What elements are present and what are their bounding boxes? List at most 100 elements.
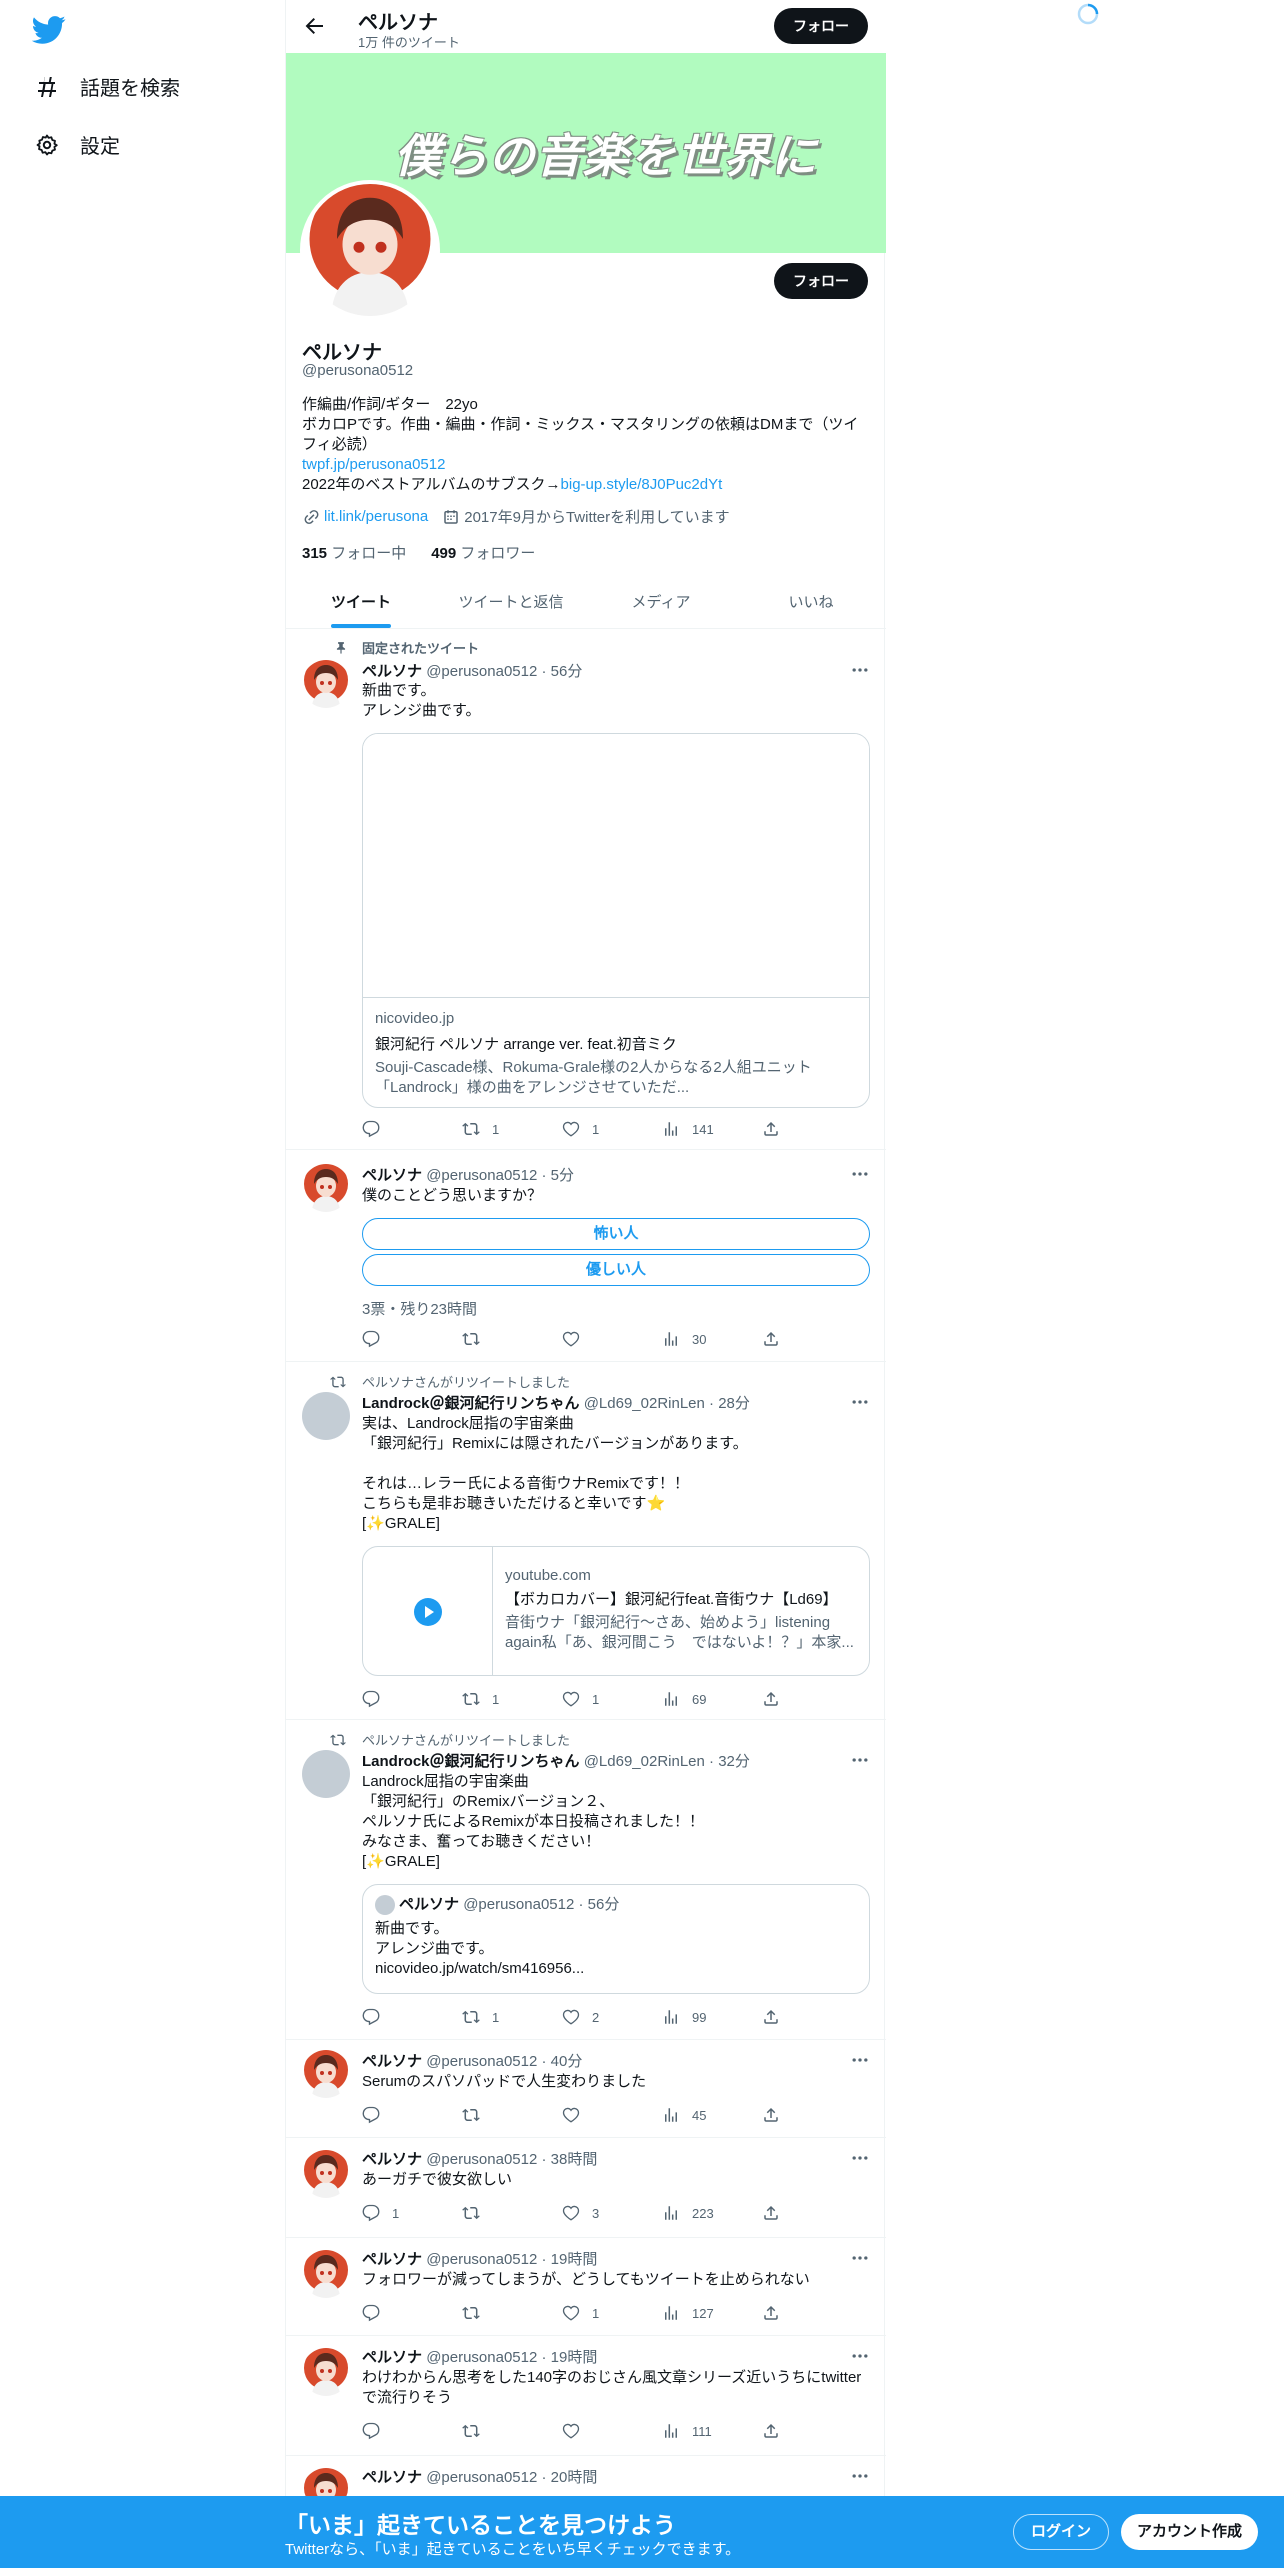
author-name[interactable]: ペルソナ bbox=[362, 2469, 422, 2486]
share-button[interactable] bbox=[762, 2008, 802, 2026]
retweet-button[interactable]: 1 bbox=[462, 1120, 562, 1138]
more-icon[interactable] bbox=[850, 2466, 870, 2486]
quote-tweet[interactable]: ペルソナ @perusona0512 · 56分 新曲です。 アレンジ曲です。 … bbox=[362, 1884, 870, 1994]
signup-button[interactable]: アカウント作成 bbox=[1121, 2514, 1258, 2550]
tweet[interactable]: ペルソナ @perusona0512 · 19時間 フォロワーが減ってしまうが、… bbox=[286, 2238, 886, 2336]
avatar[interactable] bbox=[302, 2050, 350, 2098]
author-name[interactable]: ペルソナ bbox=[362, 2151, 422, 2168]
share-button[interactable] bbox=[762, 1690, 802, 1708]
like-button[interactable] bbox=[562, 1330, 662, 1348]
back-arrow-icon[interactable] bbox=[302, 14, 326, 38]
author-name[interactable]: Landrock＠銀河紀行リンちゃん bbox=[362, 1395, 580, 1412]
share-button[interactable] bbox=[762, 2204, 802, 2222]
views-button[interactable]: 223 bbox=[662, 2204, 762, 2222]
social-context-text[interactable]: ペルソナさんがリツイートしました bbox=[362, 1730, 570, 1749]
bio-link[interactable]: twpf.jp/perusona0512 bbox=[302, 455, 872, 475]
author-name[interactable]: ペルソナ bbox=[362, 2053, 422, 2070]
share-button[interactable] bbox=[762, 2304, 802, 2322]
tweet[interactable]: ペルソナ @perusona0512 · 40分 Serumのスパソパッドで人生… bbox=[286, 2040, 886, 2138]
more-icon[interactable] bbox=[850, 2148, 870, 2168]
like-button[interactable]: 2 bbox=[562, 2008, 662, 2026]
share-button[interactable] bbox=[762, 2422, 802, 2440]
tab-likes[interactable]: いいね bbox=[736, 576, 886, 628]
author-name[interactable]: ペルソナ bbox=[362, 2349, 422, 2366]
reply-button[interactable]: 1 bbox=[362, 2204, 462, 2222]
website-link[interactable]: lit.link/perusona bbox=[324, 508, 428, 525]
link-card[interactable]: nicovideo.jp 銀河紀行 ペルソナ arrange ver. feat… bbox=[362, 733, 870, 1108]
tweet[interactable]: ペルソナ @perusona0512 · 19時間 わけわからん思考をした140… bbox=[286, 2336, 886, 2456]
tweet[interactable]: ペルソナ @perusona0512 · 5分 僕のことどう思いますか？ 怖い人… bbox=[286, 1150, 886, 1362]
views-button[interactable]: 45 bbox=[662, 2106, 762, 2124]
sidebar-item-settings[interactable]: 設定 bbox=[34, 130, 120, 159]
sidebar-item-explore[interactable]: 話題を検索 bbox=[34, 72, 180, 101]
retweet-button[interactable] bbox=[462, 2422, 562, 2440]
like-button[interactable] bbox=[562, 2422, 662, 2440]
share-button[interactable] bbox=[762, 1330, 802, 1348]
retweet-button[interactable]: 1 bbox=[462, 2008, 562, 2026]
share-button[interactable] bbox=[762, 1120, 802, 1138]
website[interactable]: lit.link/perusona bbox=[302, 508, 428, 526]
views-button[interactable]: 111 bbox=[662, 2422, 762, 2440]
more-icon[interactable] bbox=[850, 2050, 870, 2070]
more-icon[interactable] bbox=[850, 2248, 870, 2268]
avatar[interactable] bbox=[302, 2348, 350, 2396]
share-button[interactable] bbox=[762, 2106, 802, 2124]
reply-button[interactable] bbox=[362, 1330, 462, 1348]
poll-option[interactable]: 優しい人 bbox=[362, 1254, 870, 1286]
retweet-button[interactable]: 1 bbox=[462, 1690, 562, 1708]
author-name[interactable]: ペルソナ bbox=[362, 663, 422, 680]
avatar[interactable] bbox=[302, 2250, 350, 2298]
followers-link[interactable]: 499 フォロワー bbox=[431, 545, 535, 562]
reply-button[interactable] bbox=[362, 1120, 462, 1138]
tweet[interactable]: 固定されたツイート ペルソナ @perusona0512 · 56分 新曲です。… bbox=[286, 630, 886, 1150]
more-icon[interactable] bbox=[850, 1750, 870, 1770]
avatar[interactable] bbox=[302, 1750, 350, 1798]
views-button[interactable]: 141 bbox=[662, 1120, 762, 1138]
bio-link[interactable]: big-up.style/8J0Puc2dYt bbox=[561, 476, 723, 493]
more-icon[interactable] bbox=[850, 1164, 870, 1184]
tweet[interactable]: ペルソナさんがリツイートしました Landrock＠銀河紀行リンちゃん @Ld6… bbox=[286, 1720, 886, 2040]
like-button[interactable]: 1 bbox=[562, 2304, 662, 2322]
like-button[interactable]: 1 bbox=[562, 1690, 662, 1708]
avatar[interactable] bbox=[302, 660, 350, 708]
more-icon[interactable] bbox=[850, 660, 870, 680]
tab-media[interactable]: メディア bbox=[586, 576, 736, 628]
reply-button[interactable] bbox=[362, 2106, 462, 2124]
author-name[interactable]: ペルソナ bbox=[362, 1167, 422, 1184]
like-button[interactable]: 1 bbox=[562, 1120, 662, 1138]
avatar[interactable] bbox=[302, 1392, 350, 1440]
following-link[interactable]: 315 フォロー中 bbox=[302, 545, 406, 562]
profile-avatar[interactable] bbox=[300, 180, 440, 320]
header-follow-button[interactable]: フォロー bbox=[774, 8, 868, 44]
reply-button[interactable] bbox=[362, 2304, 462, 2322]
author-name[interactable]: Landrock＠銀河紀行リンちゃん bbox=[362, 1753, 580, 1770]
views-button[interactable]: 127 bbox=[662, 2304, 762, 2322]
retweet-button[interactable] bbox=[462, 2106, 562, 2124]
reply-button[interactable] bbox=[362, 2008, 462, 2026]
login-button[interactable]: ログイン bbox=[1013, 2514, 1109, 2550]
tweet[interactable]: ペルソナ @perusona0512 · 38時間 あーガチで彼女欲しい 1 3… bbox=[286, 2138, 886, 2238]
link-card[interactable]: youtube.com 【ボカロカバー】銀河紀行feat.音街ウナ【Ld69】 … bbox=[362, 1546, 870, 1676]
avatar[interactable] bbox=[302, 2150, 350, 2198]
like-button[interactable] bbox=[562, 2106, 662, 2124]
reply-button[interactable] bbox=[362, 1690, 462, 1708]
views-button[interactable]: 69 bbox=[662, 1690, 762, 1708]
avatar[interactable] bbox=[302, 1164, 350, 1212]
twitter-logo-icon[interactable] bbox=[31, 12, 66, 46]
retweet-button[interactable] bbox=[462, 2304, 562, 2322]
author-name[interactable]: ペルソナ bbox=[362, 2251, 422, 2268]
poll-option[interactable]: 怖い人 bbox=[362, 1218, 870, 1250]
more-icon[interactable] bbox=[850, 1392, 870, 1412]
retweet-button[interactable] bbox=[462, 2204, 562, 2222]
retweet-button[interactable] bbox=[462, 1330, 562, 1348]
tweet[interactable]: ペルソナさんがリツイートしました Landrock＠銀河紀行リンちゃん @Ld6… bbox=[286, 1362, 886, 1720]
tab-tweets[interactable]: ツイート bbox=[286, 576, 436, 628]
like-button[interactable]: 3 bbox=[562, 2204, 662, 2222]
views-button[interactable]: 99 bbox=[662, 2008, 762, 2026]
reply-button[interactable] bbox=[362, 2422, 462, 2440]
profile-follow-button[interactable]: フォロー bbox=[774, 263, 868, 299]
views-button[interactable]: 30 bbox=[662, 1330, 762, 1348]
more-icon[interactable] bbox=[850, 2346, 870, 2366]
social-context-text[interactable]: ペルソナさんがリツイートしました bbox=[362, 1372, 570, 1391]
tab-tweets-replies[interactable]: ツイートと返信 bbox=[436, 576, 586, 628]
